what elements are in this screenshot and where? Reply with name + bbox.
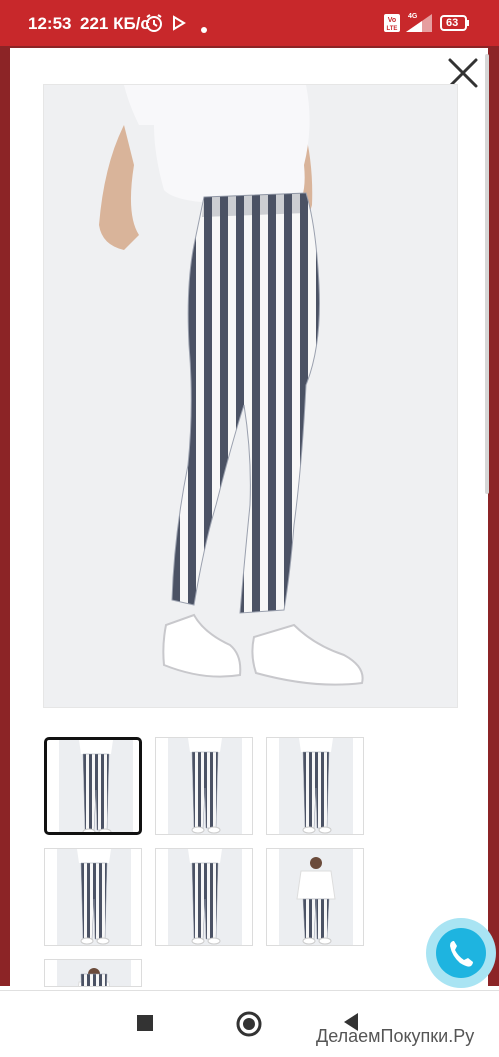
network-label: 4G (408, 13, 418, 20)
status-speed: 221 КБ/с (80, 14, 150, 33)
gallery-thumbnail[interactable] (44, 737, 142, 835)
thumbnail-image (279, 738, 353, 834)
nav-home-button[interactable] (236, 1011, 262, 1042)
thumbnail-image (57, 960, 131, 986)
alarm-icon (144, 13, 164, 38)
gallery-thumbnail[interactable] (44, 959, 142, 987)
thumbnail-image (57, 849, 131, 945)
scrollbar[interactable] (485, 54, 489, 494)
watermark: ДелаемПокупки.Ру (316, 1026, 475, 1046)
thumbnail-image (168, 738, 242, 834)
thumbnail-image (279, 849, 353, 945)
gallery-thumbnail[interactable] (155, 737, 253, 835)
play-icon (172, 15, 186, 36)
call-button[interactable] (426, 918, 496, 988)
volte-icon: Vo LTE (384, 14, 400, 37)
nav-home-icon (236, 1011, 262, 1037)
dot-icon (201, 20, 207, 38)
main-image-illustration (44, 85, 457, 707)
svg-text:LTE: LTE (387, 26, 398, 32)
gallery-thumbnail[interactable] (155, 848, 253, 946)
signal-icon: 4G (402, 10, 434, 39)
gallery-thumbnail[interactable] (266, 848, 364, 946)
gallery-thumbnail[interactable] (44, 848, 142, 946)
gallery-thumbnail[interactable] (266, 737, 364, 835)
nav-square-icon (137, 1015, 153, 1031)
svg-text:Vo: Vo (388, 17, 396, 24)
battery-level: 63 (446, 17, 459, 29)
thumbnail-image (168, 849, 242, 945)
status-bar: 12:53 221 КБ/с Vo LTE 4G 63 (0, 0, 499, 46)
phone-icon (450, 941, 473, 967)
thumbnail-image (59, 740, 133, 832)
main-product-image[interactable] (43, 84, 458, 708)
status-time: 12:53 (28, 14, 72, 33)
nav-recents-button[interactable] (135, 1013, 155, 1038)
